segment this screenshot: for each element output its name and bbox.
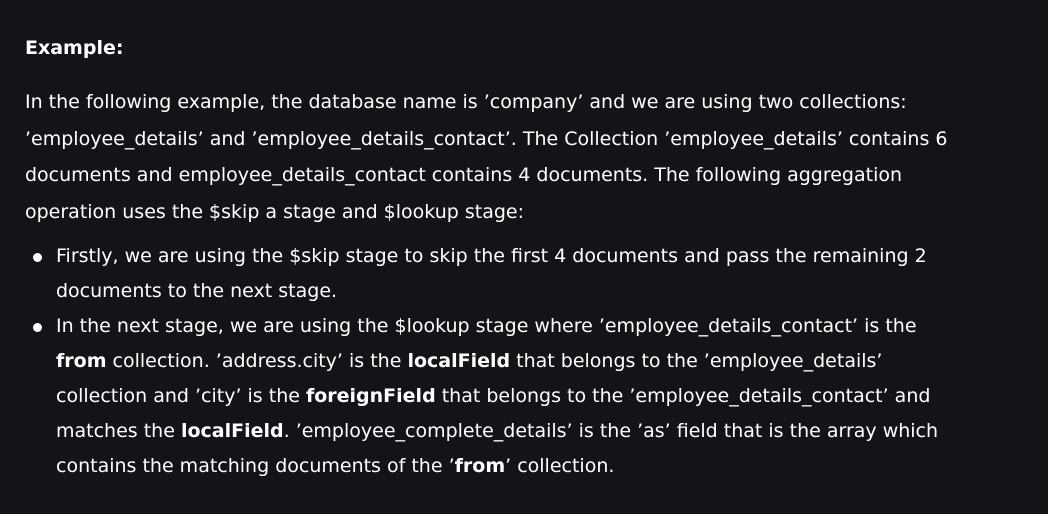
bullet-icon bbox=[33, 322, 42, 332]
keyword-localfield: localField bbox=[180, 419, 284, 442]
list-item: In the next stage, we are using the $loo… bbox=[33, 309, 961, 484]
keyword-from: from bbox=[454, 454, 506, 477]
list-item-text: In the next stage, we are using the $loo… bbox=[56, 314, 939, 477]
keyword-from: from bbox=[56, 349, 107, 372]
keyword-foreignfield: foreignField bbox=[305, 384, 436, 407]
keyword-localfield: localField bbox=[407, 349, 511, 372]
article-body: Example: In the following example, the d… bbox=[25, 33, 1025, 484]
list-item: Firstly, we are using the $skip stage to… bbox=[33, 239, 961, 309]
intro-paragraph: In the following example, the database n… bbox=[25, 91, 948, 224]
steps-list: Firstly, we are using the $skip stage to… bbox=[25, 239, 1025, 484]
example-heading: Example: bbox=[25, 37, 124, 59]
list-item-text: Firstly, we are using the $skip stage to… bbox=[56, 244, 927, 302]
bullet-icon bbox=[33, 252, 42, 262]
